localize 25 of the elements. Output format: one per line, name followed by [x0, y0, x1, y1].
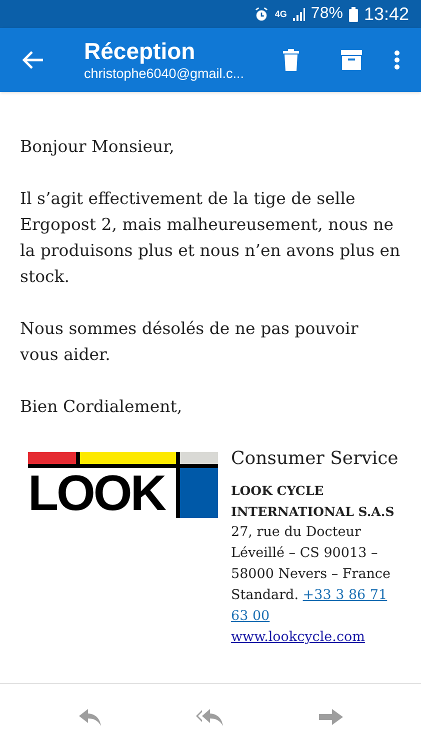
back-arrow-icon: [22, 50, 44, 70]
account-email: christophe6040@gmail.c...: [84, 65, 246, 83]
reply-all-icon: [196, 708, 224, 726]
alarm-icon: [254, 6, 269, 22]
signal-icon: [292, 8, 305, 20]
trash-icon: [283, 49, 299, 71]
company-name: LOOK CYCLE INTERNATIONAL S.A.S: [231, 482, 396, 521]
more-options-icon: [394, 50, 400, 70]
archive-box-icon: [340, 50, 362, 70]
message-paragraph: Il s’agit effectivement de la tige de selle Ergopost 2, mais malheureusement, nous ne la produisons plus et nous n’en avons plus en stock.: [20, 188, 401, 288]
network-label: 4G: [274, 10, 287, 18]
message-paragraph: Bien Cordialement,: [20, 396, 184, 418]
logo: LOOK: [28, 452, 218, 518]
phone-number: Standard. +33 3 86 71 63 00: [231, 586, 388, 626]
battery-icon: [348, 6, 358, 22]
battery-percent: 78%: [310, 6, 343, 22]
postal-address: 27, rue du Docteur Léveillé – CS 90013 – 58000 Nevers – France: [231, 523, 391, 584]
clock-time: 13:42: [364, 5, 409, 23]
folder-title: Réception: [84, 37, 196, 65]
message-paragraph: Nous sommes désolés de ne pas pouvoir vous aider.: [20, 318, 360, 366]
message-paragraph: Bonjour Monsieur,: [20, 136, 176, 158]
department-name: Consumer Service: [231, 447, 400, 471]
reply-icon: [79, 708, 102, 726]
forward-arrow-icon: [318, 709, 343, 725]
website-link[interactable]: www.lookcycle.com: [231, 627, 401, 648]
